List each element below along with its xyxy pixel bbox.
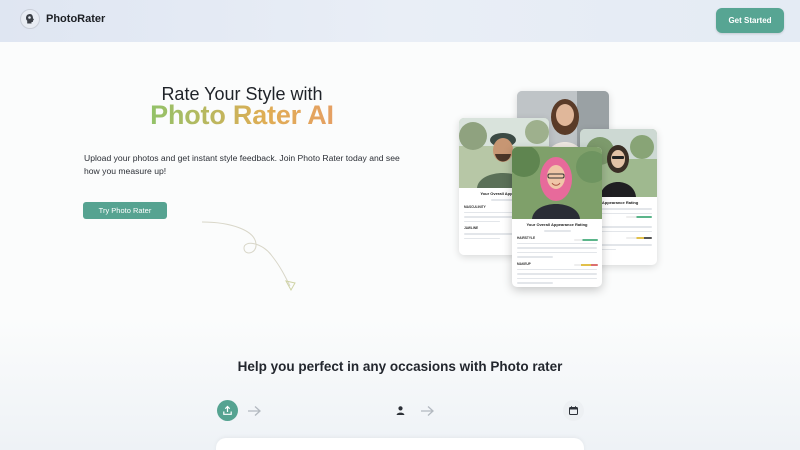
calendar-icon bbox=[569, 406, 578, 415]
rating-bar bbox=[626, 216, 652, 218]
step-occasion-button[interactable] bbox=[563, 400, 584, 421]
rating-bar bbox=[574, 239, 598, 241]
step-profile-button[interactable] bbox=[390, 400, 411, 421]
card-text-line bbox=[517, 273, 597, 275]
head-silhouette-icon bbox=[20, 9, 40, 29]
card-text-line bbox=[517, 251, 597, 253]
card-text-line bbox=[543, 230, 571, 232]
try-photo-rater-button[interactable]: Try Photo Rater bbox=[83, 202, 167, 219]
hero-description: Upload your photos and get instant style… bbox=[84, 153, 400, 176]
card-text-line bbox=[517, 268, 597, 270]
arrow-right-icon bbox=[421, 406, 434, 416]
card-title: Your Overall Appearance Rating bbox=[526, 222, 588, 227]
hero-gradient-title: Photo Rater AI bbox=[0, 100, 484, 131]
card-text-line bbox=[517, 277, 597, 279]
rating-bar bbox=[626, 237, 652, 239]
steps-section-background bbox=[0, 320, 800, 450]
brand-logo[interactable]: PhotoRater bbox=[20, 9, 105, 29]
card-text-line bbox=[517, 256, 553, 258]
brand-name: PhotoRater bbox=[46, 13, 106, 25]
get-started-button[interactable]: Get Started bbox=[716, 8, 784, 33]
card-text-line bbox=[464, 220, 500, 222]
user-icon bbox=[396, 406, 405, 415]
upload-icon bbox=[223, 405, 232, 415]
card-text-line bbox=[517, 242, 597, 244]
card-text-line bbox=[517, 247, 597, 249]
portrait-photo bbox=[512, 147, 602, 219]
rating-bar bbox=[574, 264, 598, 266]
arrow-right-icon bbox=[248, 406, 261, 416]
card-text-line bbox=[464, 237, 500, 239]
preview-card-front: Your Overall Appearance Rating HAIRSTYLE… bbox=[512, 147, 602, 287]
steps-section-heading: Help you perfect in any occasions with P… bbox=[237, 359, 563, 374]
card-text-line bbox=[517, 282, 553, 284]
decorative-curved-arrow-icon bbox=[201, 221, 296, 292]
step-upload-button[interactable] bbox=[217, 400, 238, 421]
top-nav-bar: PhotoRater Get Started bbox=[0, 0, 800, 42]
steps-content-panel bbox=[216, 438, 584, 450]
